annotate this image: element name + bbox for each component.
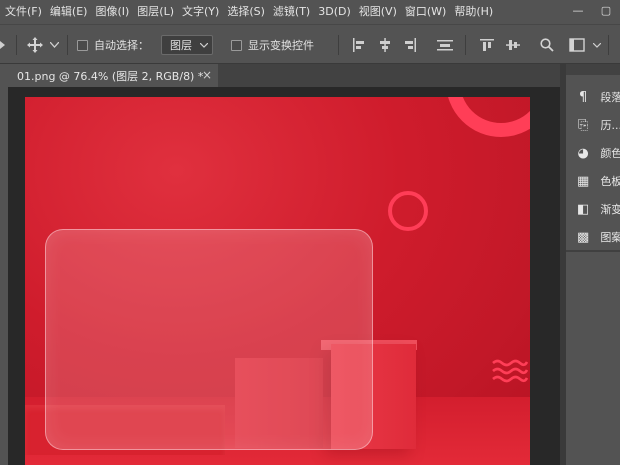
document-tab-title: 01.png @ 76.4% (图层 2, RGB/8) * xyxy=(17,69,204,83)
paragraph-icon: ¶ xyxy=(579,89,588,105)
align-h-distribute-icon xyxy=(437,40,453,51)
align-right-button[interactable] xyxy=(403,25,417,65)
divider xyxy=(608,35,609,55)
align-center-h-button[interactable] xyxy=(378,25,392,65)
tools-panel[interactable] xyxy=(0,64,8,465)
menu-edit[interactable]: 编辑(E) xyxy=(46,0,92,24)
grip-arrow-icon xyxy=(0,41,5,49)
panel-list: ¶ 段落 ⎘ 历... ◕ 颜色 ▦ 色板 ◧ 渐变 ▩ 图案 xyxy=(566,83,620,251)
auto-select-label: 自动选择： xyxy=(94,39,149,52)
maximize-button[interactable]: ▢ xyxy=(592,0,620,20)
swatches-icon: ▦ xyxy=(577,173,590,189)
canvas-glass-card xyxy=(45,229,373,450)
move-tool-icon xyxy=(27,37,43,53)
auto-select-checkbox[interactable] xyxy=(77,25,88,65)
canvas-ring-small xyxy=(388,191,428,231)
panel-label-history: 历... xyxy=(600,119,620,132)
layer-select-value: 图层 xyxy=(170,39,192,52)
menu-items: 文件(F) 编辑(E) 图像(I) 图层(L) 文字(Y) 选择(S) 滤镜(T… xyxy=(0,0,497,24)
menu-view[interactable]: 视图(V) xyxy=(355,0,401,24)
show-transform-label: 显示变换控件 xyxy=(248,39,314,52)
menu-bar: 文件(F) 编辑(E) 图像(I) 图层(L) 文字(Y) 选择(S) 滤镜(T… xyxy=(0,0,620,24)
canvas-area[interactable] xyxy=(8,87,560,465)
panel-label-swatches: 色板 xyxy=(600,175,620,188)
panel-item-history[interactable]: ⎘ 历... xyxy=(566,111,620,139)
panel-label-gradient: 渐变 xyxy=(600,203,620,216)
menu-select[interactable]: 选择(S) xyxy=(223,0,269,24)
panel-label-paragraph: 段落 xyxy=(600,91,620,104)
menu-type[interactable]: 文字(Y) xyxy=(178,0,223,24)
workspace-button[interactable] xyxy=(569,25,585,65)
chevron-down-icon xyxy=(200,43,208,48)
panel-item-gradient[interactable]: ◧ 渐变 xyxy=(566,195,620,223)
panel-dock: ¶ 段落 ⎘ 历... ◕ 颜色 ▦ 色板 ◧ 渐变 ▩ 图案 xyxy=(560,64,620,465)
panel-dock-header[interactable] xyxy=(566,64,620,75)
panel-item-patterns[interactable]: ▩ 图案 xyxy=(566,223,620,251)
divider xyxy=(465,35,466,55)
align-top-button[interactable] xyxy=(480,25,494,65)
menu-window[interactable]: 窗口(W) xyxy=(401,0,450,24)
color-palette-icon: ◕ xyxy=(577,145,589,161)
divider xyxy=(338,35,339,55)
show-transform-checkbox[interactable] xyxy=(231,25,242,65)
search-button[interactable] xyxy=(540,25,554,65)
menu-help[interactable]: 帮助(H) xyxy=(450,0,497,24)
document-tab-bar: 01.png @ 76.4% (图层 2, RGB/8) * × xyxy=(8,64,560,87)
canvas-waves xyxy=(492,359,528,383)
patterns-icon: ▩ xyxy=(577,229,590,245)
move-tool-button[interactable] xyxy=(27,25,43,65)
chevron-down-icon xyxy=(50,42,59,48)
panel-item-paragraph[interactable]: ¶ 段落 xyxy=(566,83,620,111)
align-middle-v-button[interactable] xyxy=(506,25,520,65)
align-left-icon xyxy=(353,38,364,52)
panel-divider xyxy=(566,250,620,252)
options-bar-grip xyxy=(0,25,6,65)
tool-preset-dropdown[interactable] xyxy=(50,25,59,65)
distribute-h-button[interactable] xyxy=(437,25,453,65)
menu-layer[interactable]: 图层(L) xyxy=(133,0,178,24)
menu-3d[interactable]: 3D(D) xyxy=(314,0,355,24)
close-tab-icon[interactable]: × xyxy=(200,68,214,82)
divider xyxy=(67,35,68,55)
window-controls: — ▢ xyxy=(564,0,620,20)
panel-label-color: 颜色 xyxy=(600,147,620,160)
workspace-dropdown[interactable] xyxy=(593,25,601,65)
align-center-h-icon xyxy=(380,38,390,52)
checkbox-box xyxy=(231,39,242,51)
canvas-ring-large xyxy=(446,97,530,137)
menu-image[interactable]: 图像(I) xyxy=(91,0,133,24)
layer-select-dropdown[interactable]: 图层 xyxy=(161,25,213,65)
panel-label-patterns: 图案 xyxy=(600,231,620,244)
menu-file[interactable]: 文件(F) xyxy=(1,0,46,24)
panel-item-swatches[interactable]: ▦ 色板 xyxy=(566,167,620,195)
options-bar: 自动选择： 图层 显示变换控件 xyxy=(0,24,620,64)
search-icon xyxy=(540,38,554,52)
document-canvas[interactable] xyxy=(25,97,530,465)
document-tab[interactable]: 01.png @ 76.4% (图层 2, RGB/8) * × xyxy=(8,64,218,87)
align-top-icon xyxy=(480,39,494,51)
align-middle-v-icon xyxy=(506,40,520,50)
menu-filter[interactable]: 滤镜(T) xyxy=(269,0,314,24)
divider xyxy=(16,35,17,55)
gradient-icon: ◧ xyxy=(577,201,590,217)
align-right-icon xyxy=(405,38,416,52)
history-icon: ⎘ xyxy=(578,117,589,133)
workspace-icon xyxy=(569,38,585,52)
chevron-down-icon xyxy=(593,42,601,48)
minimize-button[interactable]: — xyxy=(564,0,592,20)
align-left-button[interactable] xyxy=(352,25,366,65)
checkbox-box xyxy=(77,39,88,51)
panel-item-color[interactable]: ◕ 颜色 xyxy=(566,139,620,167)
